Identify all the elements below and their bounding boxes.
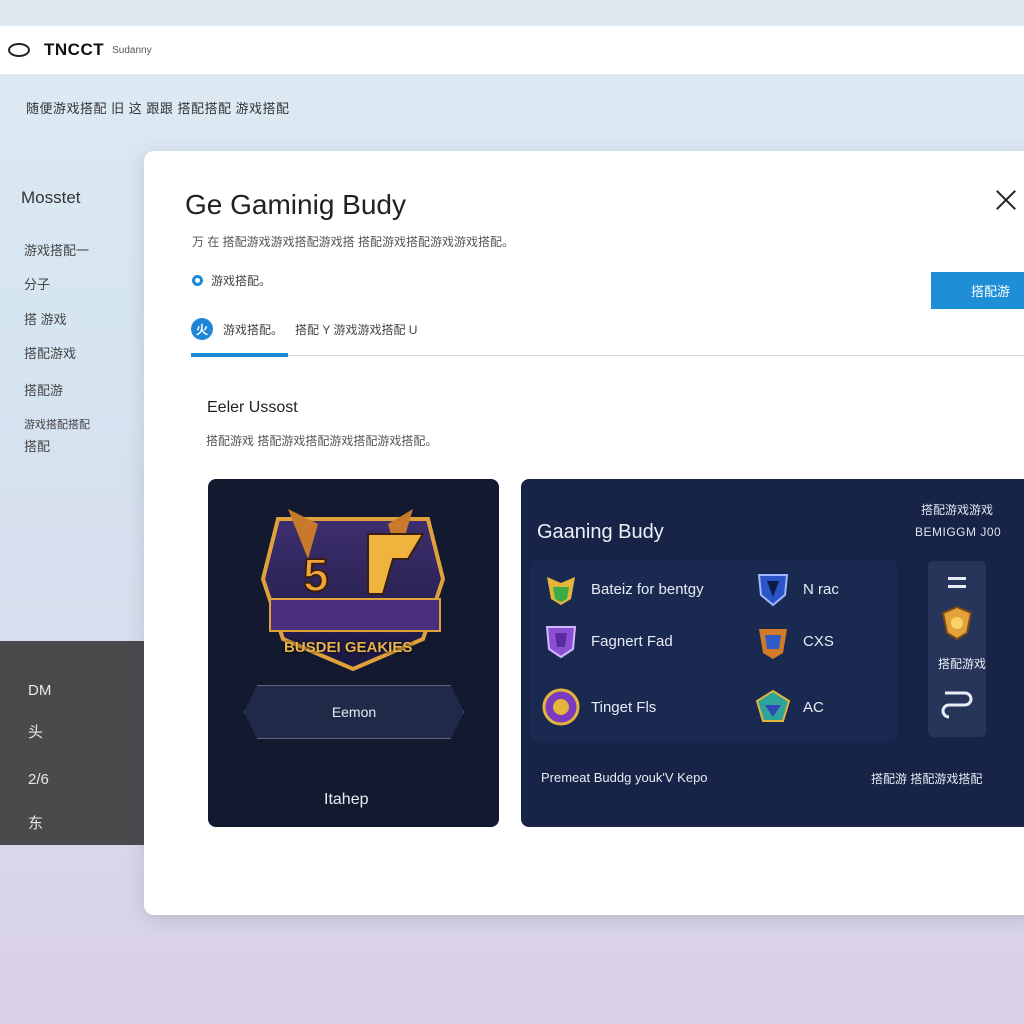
dark-panel-item[interactable]: DM: [28, 682, 51, 699]
swap-icon[interactable]: [937, 679, 977, 719]
dark-panel-item[interactable]: 东: [28, 812, 43, 833]
tab-secondary-label[interactable]: 搭配 Y 游戏游戏搭配 U: [295, 321, 417, 338]
blue-shield-icon: [757, 574, 789, 607]
side-tile[interactable]: 搭配游戏: [928, 561, 986, 737]
sidebar-item[interactable]: 分子: [24, 274, 50, 293]
buddy-item-label: Fagnert Fad: [591, 632, 673, 650]
brand-name: TNCCT: [44, 40, 105, 59]
buddy-item[interactable]: N rac: [753, 569, 839, 609]
menu-icon: [948, 577, 966, 580]
tab-divider: [191, 355, 1024, 356]
gold-crest-icon: [941, 605, 973, 641]
buddy-item-label: CXS: [803, 632, 834, 650]
buddy-item[interactable]: Bateiz for bentgy: [541, 569, 704, 609]
badge-number: 5: [303, 549, 329, 601]
buddy-item-label: AC: [803, 698, 824, 716]
tab-bar: 火 游戏搭配。 搭配 Y 游戏游戏搭配 U: [191, 318, 417, 340]
gaming-buddy-panel: Gaaning Budy 搭配游戏游戏 BEMIGGM J00 Bateiz f…: [521, 479, 1024, 827]
menu-icon-bar: [948, 585, 966, 588]
panel-meta-line1: 搭配游戏游戏: [921, 503, 994, 517]
buddy-item[interactable]: AC: [753, 687, 824, 727]
panel-title: Gaaning Budy: [537, 521, 664, 543]
primary-button[interactable]: 搭配游: [931, 272, 1024, 309]
dialog-title: Ge Gaminig Budy: [185, 189, 406, 220]
sidebar-item[interactable]: 搭配游: [24, 380, 63, 399]
sidebar-title: Mosstet: [21, 188, 81, 207]
buddy-item-label: Tinget Fls: [591, 698, 657, 716]
emblem-action-button[interactable]: Eemon: [244, 685, 464, 739]
sidebar-item[interactable]: 搭配游戏: [24, 343, 76, 362]
buddy-item[interactable]: CXS: [753, 621, 834, 661]
panel-footer-right: 搭配游 搭配游戏搭配: [871, 772, 983, 786]
section-title: Eeler Ussost: [207, 399, 298, 416]
buddy-item-label: Bateiz for bentgy: [591, 580, 704, 598]
tab-active-icon[interactable]: 火: [191, 318, 213, 340]
card-footer-label: Itahep: [324, 791, 369, 808]
radio-label: 游戏搭配。: [211, 274, 272, 288]
sidebar-item[interactable]: 搭配: [24, 436, 50, 455]
badge-label: BUSDEI GEAKIES: [284, 639, 413, 656]
green-helmet-icon: [547, 577, 575, 605]
buddy-item-label: N rac: [803, 580, 839, 598]
side-tile-label: 搭配游戏: [938, 657, 987, 671]
buddy-grid: Bateiz for bentgy N rac Fagnert Fad CXS …: [531, 559, 897, 741]
panel-meta-line2: BEMIGGM J00: [915, 525, 1002, 539]
warrior-mask-icon: [759, 629, 787, 659]
logo-icon: [8, 43, 30, 57]
panel-footer-left: Premeat Buddg youk'V Kepo: [541, 770, 708, 785]
sidebar-dark-panel: DM 头 2/6 东: [0, 641, 145, 845]
radio-icon[interactable]: [192, 275, 203, 286]
buddy-item[interactable]: Fagnert Fad: [541, 621, 673, 661]
radio-option[interactable]: 游戏搭配。: [192, 272, 271, 289]
teal-emblem-icon: [755, 689, 791, 722]
section-description: 搭配游戏 搭配游戏搭配游戏搭配游戏搭配。: [206, 434, 438, 448]
purple-shield-icon: [545, 626, 577, 659]
dark-panel-item[interactable]: 2/6: [28, 771, 49, 788]
page-subtitle: 随便游戏搭配 旧 这 跟跟 搭配搭配 游戏搭配: [26, 101, 290, 116]
brand-subtitle: Sudanny: [112, 44, 152, 56]
gaming-buddy-dialog: Ge Gaminig Budy 万 在 搭配游戏游戏搭配游戏搭 搭配游戏搭配游戏…: [144, 151, 1024, 915]
tab-active-label[interactable]: 游戏搭配。: [223, 321, 283, 338]
tab-active-underline: [191, 353, 288, 357]
close-icon[interactable]: [992, 187, 1020, 215]
top-bar: TNCCT Sudanny: [0, 26, 1024, 75]
dark-panel-item[interactable]: 头: [28, 721, 43, 742]
sidebar-item[interactable]: 游戏搭配搭配: [24, 416, 90, 432]
dialog-description: 万 在 搭配游戏游戏搭配游戏搭 搭配游戏搭配游戏游戏搭配。: [192, 235, 515, 249]
game-badge-card[interactable]: 5 BUSDEI GEAKIES Eemon Itahep: [208, 479, 499, 827]
buddy-item[interactable]: Tinget Fls: [541, 687, 656, 727]
sidebar-item[interactable]: 搭 游戏: [24, 309, 67, 328]
sidebar-item[interactable]: 游戏搭配一: [24, 240, 89, 259]
gold-purple-emblem-icon: [542, 688, 580, 726]
